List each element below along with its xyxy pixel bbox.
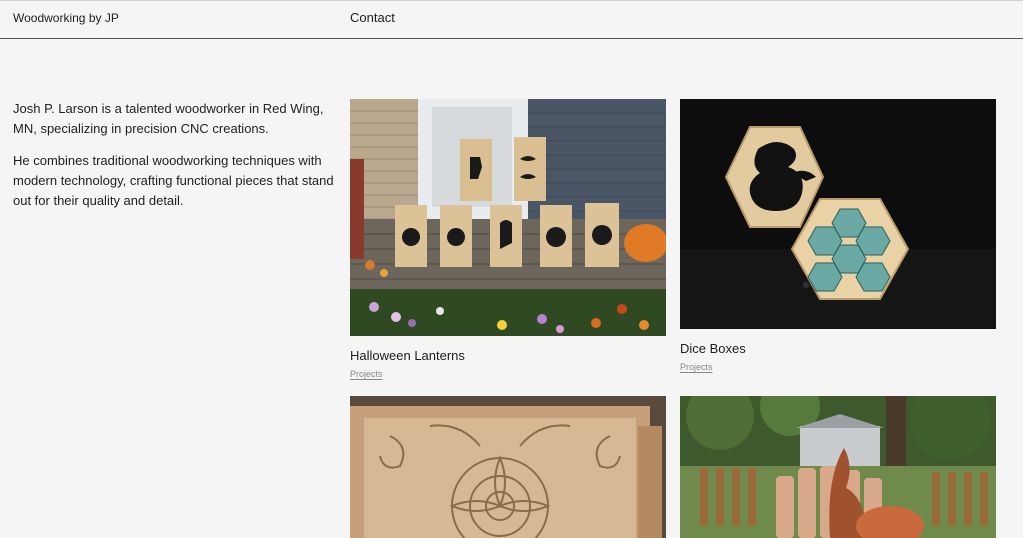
project-card-halloween-lanterns[interactable]: Halloween Lanterns Projects [350, 99, 666, 382]
project-category-link[interactable]: Projects [680, 362, 713, 372]
project-image-link[interactable] [350, 396, 666, 538]
project-card-outdoor-carving[interactable] [680, 396, 996, 538]
site-title-link[interactable]: Woodworking by JP [13, 11, 119, 25]
site-header: Woodworking by JP Contact [0, 0, 1023, 39]
nav-contact-link[interactable]: Contact [350, 10, 395, 25]
project-image-link[interactable] [350, 99, 666, 336]
project-title[interactable]: Dice Boxes [680, 341, 996, 356]
project-image-link[interactable] [680, 396, 996, 538]
intro-paragraph: He combines traditional woodworking tech… [13, 153, 334, 208]
dice-boxes-image [680, 99, 996, 329]
intro-text: Josh P. Larson is a talented woodworker … [13, 99, 338, 223]
project-card-dice-boxes[interactable]: Dice Boxes Projects [680, 99, 996, 375]
project-category-link[interactable]: Projects [350, 369, 383, 379]
project-card-carved-tray[interactable] [350, 396, 666, 538]
intro-paragraph: Josh P. Larson is a talented woodworker … [13, 101, 324, 136]
project-image-link[interactable] [680, 99, 996, 329]
carved-tray-image [350, 396, 666, 538]
halloween-lanterns-image [350, 99, 666, 336]
outdoor-carving-image [680, 396, 996, 538]
project-title[interactable]: Halloween Lanterns [350, 348, 666, 363]
